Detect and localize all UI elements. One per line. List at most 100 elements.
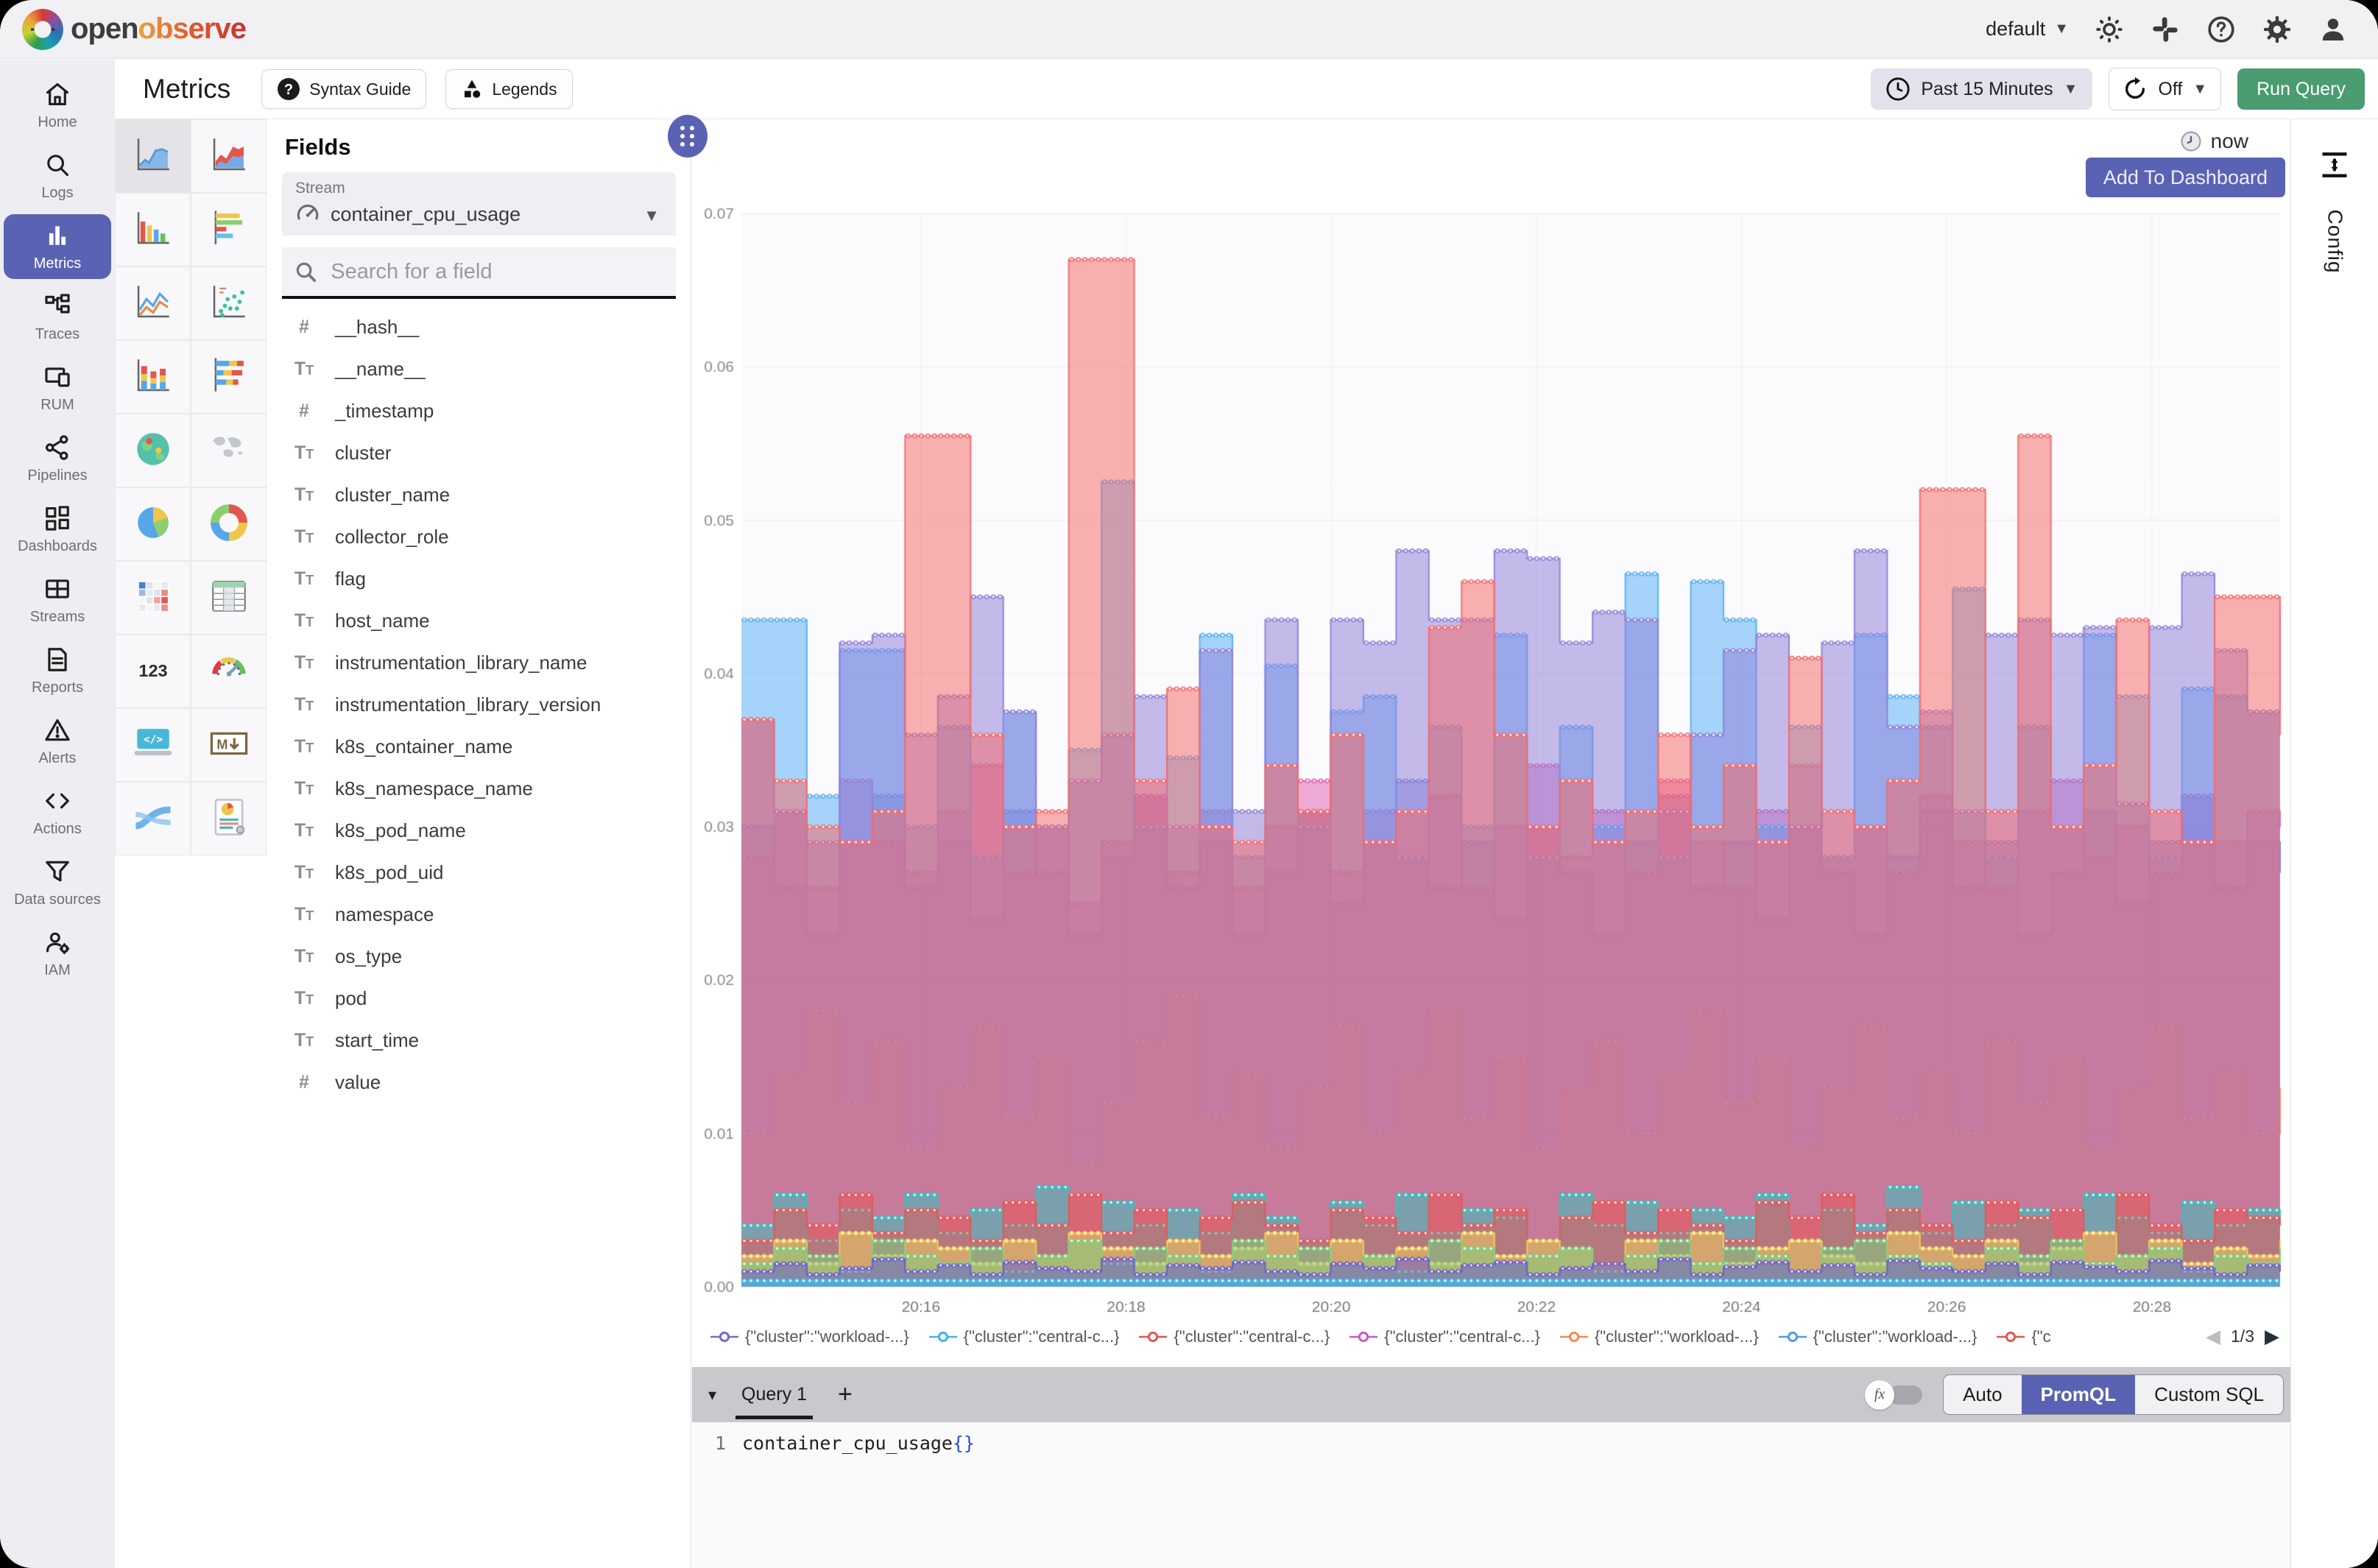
field-item-instrumentation_library_name[interactable]: TTinstrumentation_library_name <box>267 642 691 684</box>
sidebar-item-logs[interactable]: Logs <box>4 144 111 208</box>
panel-resize-handle[interactable] <box>668 115 708 158</box>
legend-item-6[interactable]: {"cluster":"workload-...} <box>1778 1327 1977 1346</box>
chart-type-area[interactable] <box>115 119 191 193</box>
field-item-namespace[interactable]: TTnamespace <box>267 894 691 936</box>
vrl-function-toggle[interactable]: fx <box>1865 1380 1922 1410</box>
run-query-button[interactable]: Run Query <box>2237 68 2365 110</box>
org-selector[interactable]: default▼ <box>1986 18 2069 40</box>
sidebar-item-traces[interactable]: Traces <box>4 285 111 350</box>
chart-type-line[interactable] <box>115 266 191 340</box>
chart-type-table[interactable] <box>191 561 267 635</box>
sidebar-item-pipelines[interactable]: Pipelines <box>4 426 111 491</box>
sidebar-item-actions[interactable]: Actions <box>4 780 111 844</box>
sidebar-item-alerts[interactable]: Alerts <box>4 709 111 774</box>
chart-type-area-stacked[interactable] <box>191 119 267 193</box>
chart-type-geomap[interactable] <box>115 414 191 487</box>
field-item-k8s_container_name[interactable]: TTk8s_container_name <box>267 726 691 768</box>
datasources-icon <box>43 858 71 889</box>
field-item-flag[interactable]: TTflag <box>267 558 691 600</box>
help-icon[interactable] <box>2206 14 2237 45</box>
field-search-input[interactable] <box>329 259 664 285</box>
add-to-dashboard-button[interactable]: Add To Dashboard <box>2086 158 2285 197</box>
query-tab-bar: ▾ Query 1 + fx AutoPromQLCustom SQL <box>692 1367 2291 1422</box>
shapes-icon <box>461 78 483 100</box>
chart-type-h-stacked-bar[interactable] <box>191 340 267 414</box>
query-mode-auto[interactable]: Auto <box>1944 1375 2022 1414</box>
add-query-button[interactable]: + <box>838 1380 853 1409</box>
field-item-instrumentation_library_version[interactable]: TTinstrumentation_library_version <box>267 684 691 726</box>
chart-type-bar[interactable] <box>115 193 191 266</box>
field-item-cluster_name[interactable]: TTcluster_name <box>267 474 691 516</box>
brand-wordmark: openobserve <box>71 13 246 46</box>
chart-type-html[interactable]: </> <box>115 708 191 782</box>
syntax-guide-button[interactable]: ? Syntax Guide <box>261 69 426 109</box>
chart-type-scatter[interactable] <box>191 266 267 340</box>
field-item-k8s_namespace_name[interactable]: TTk8s_namespace_name <box>267 768 691 810</box>
legend-item-2[interactable]: {"cluster":"central-c...} <box>928 1327 1120 1346</box>
time-range-selector[interactable]: Past 15 Minutes ▼ <box>1871 68 2092 110</box>
chart-type-sankey[interactable] <box>115 782 191 855</box>
legend-item-3[interactable]: {"cluster":"central-c...} <box>1138 1327 1330 1346</box>
field-item-k8s_pod_name[interactable]: TTk8s_pod_name <box>267 810 691 852</box>
config-tab-label: Config <box>2323 210 2346 274</box>
query-mode-promql[interactable]: PromQL <box>2022 1375 2136 1414</box>
scatter-chart-icon <box>208 280 250 327</box>
legend-prev-page-icon[interactable]: ◀ <box>2206 1325 2220 1348</box>
legend-item-5[interactable]: {"cluster":"workload-...} <box>1559 1327 1759 1346</box>
sidebar-item-streams[interactable]: Streams <box>4 568 111 632</box>
tab-query-1[interactable]: Query 1 <box>735 1371 813 1419</box>
sidebar-item-metrics[interactable]: Metrics <box>4 214 111 279</box>
field-item-__name__[interactable]: TT__name__ <box>267 348 691 390</box>
chart-type-markdown[interactable]: M <box>191 708 267 782</box>
field-item-k8s_pod_uid[interactable]: TTk8s_pod_uid <box>267 852 691 894</box>
field-item-__hash__[interactable]: #__hash__ <box>267 306 691 348</box>
legend-item-7[interactable]: {"c <box>1996 1327 2050 1346</box>
user-icon[interactable] <box>2318 14 2349 45</box>
settings-icon[interactable] <box>2262 14 2293 45</box>
chart-type-donut[interactable] <box>191 487 267 561</box>
config-tab[interactable]: Config <box>2291 149 2378 253</box>
sidebar-item-reports[interactable]: Reports <box>4 638 111 703</box>
sidebar-item-data-sources[interactable]: Data sources <box>4 850 111 915</box>
field-item-collector_role[interactable]: TTcollector_role <box>267 516 691 558</box>
legend-item-4[interactable]: {"cluster":"central-c...} <box>1349 1327 1540 1346</box>
legends-button[interactable]: Legends <box>445 69 572 109</box>
legend-item-1[interactable]: {"cluster":"workload-...} <box>710 1327 909 1346</box>
chart-type-custom-chart[interactable] <box>191 782 267 855</box>
metrics-chart-canvas[interactable] <box>692 199 2291 1325</box>
refresh-icon <box>2123 77 2148 102</box>
stream-select-label: Stream <box>295 180 663 197</box>
field-item-cluster[interactable]: TTcluster <box>267 432 691 474</box>
actions-icon <box>43 787 71 819</box>
chart-type-heatmap[interactable] <box>115 561 191 635</box>
chart-type-maps[interactable] <box>191 414 267 487</box>
stream-select[interactable]: Stream container_cpu_usage ▼ <box>282 172 676 236</box>
query-mode-custom-sql[interactable]: Custom SQL <box>2135 1375 2283 1414</box>
chart-type-metric[interactable]: 123 <box>115 635 191 708</box>
field-item-pod[interactable]: TTpod <box>267 978 691 1020</box>
legend-next-page-icon[interactable]: ▶ <box>2265 1325 2279 1348</box>
refresh-interval-selector[interactable]: Off ▼ <box>2109 68 2221 110</box>
chart-type-pie[interactable] <box>115 487 191 561</box>
sidebar-item-dashboards[interactable]: Dashboards <box>4 497 111 562</box>
field-item-host_name[interactable]: TThost_name <box>267 600 691 642</box>
field-item-label: collector_role <box>335 526 449 548</box>
chart-type-gauge[interactable] <box>191 635 267 708</box>
sidebar-item-label: IAM <box>44 962 71 979</box>
field-item-value[interactable]: #value <box>267 1062 691 1103</box>
sidebar-item-rum[interactable]: RUM <box>4 356 111 420</box>
field-item-os_type[interactable]: TTos_type <box>267 936 691 978</box>
sidebar-item-iam[interactable]: IAM <box>4 921 111 986</box>
chart-type-stacked-bar[interactable] <box>115 340 191 414</box>
chart-type-h-bar[interactable] <box>191 193 267 266</box>
query-editor[interactable]: 1 container_cpu_usage{} <box>692 1422 2291 1568</box>
text-field-icon: TT <box>288 778 320 799</box>
apps-icon[interactable] <box>2150 14 2181 45</box>
theme-icon[interactable] <box>2094 14 2125 45</box>
field-item-start_time[interactable]: TTstart_time <box>267 1020 691 1062</box>
openobserve-logo[interactable]: openobserve <box>22 9 246 50</box>
field-item-label: __hash__ <box>335 316 419 339</box>
query-collapse-caret[interactable]: ▾ <box>708 1385 716 1405</box>
field-item-_timestamp[interactable]: #_timestamp <box>267 390 691 432</box>
sidebar-item-home[interactable]: Home <box>4 73 111 138</box>
